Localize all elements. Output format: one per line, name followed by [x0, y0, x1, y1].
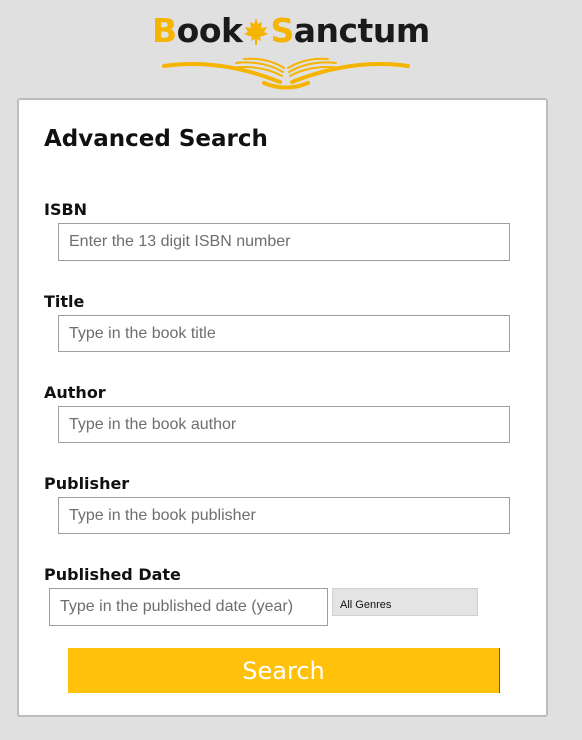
- page-title: Advanced Search: [44, 126, 268, 152]
- isbn-input[interactable]: [58, 223, 510, 261]
- logo-text-book: ook: [176, 11, 243, 50]
- open-book-icon: [162, 57, 410, 90]
- author-input[interactable]: [58, 406, 510, 443]
- logo-letter-s: S: [270, 11, 294, 50]
- isbn-label: ISBN: [44, 200, 88, 219]
- author-label: Author: [44, 383, 106, 402]
- published-date-input[interactable]: [49, 588, 328, 626]
- publisher-input[interactable]: [58, 497, 510, 534]
- title-label: Title: [44, 292, 85, 311]
- search-button[interactable]: Search: [68, 648, 500, 693]
- published-date-label: Published Date: [44, 565, 181, 584]
- maple-leaf-icon: [244, 18, 269, 45]
- site-logo[interactable]: Book Sanctum: [150, 8, 430, 90]
- advanced-search-card: Advanced Search ISBN Title Author Publis…: [17, 98, 548, 717]
- title-input[interactable]: [58, 315, 510, 352]
- logo-wordmark: Book Sanctum: [152, 11, 430, 51]
- logo-letter-b: B: [152, 11, 177, 50]
- genre-select[interactable]: All Genres: [332, 588, 478, 616]
- logo-text-anctum: anctum: [293, 11, 430, 50]
- publisher-label: Publisher: [44, 474, 130, 493]
